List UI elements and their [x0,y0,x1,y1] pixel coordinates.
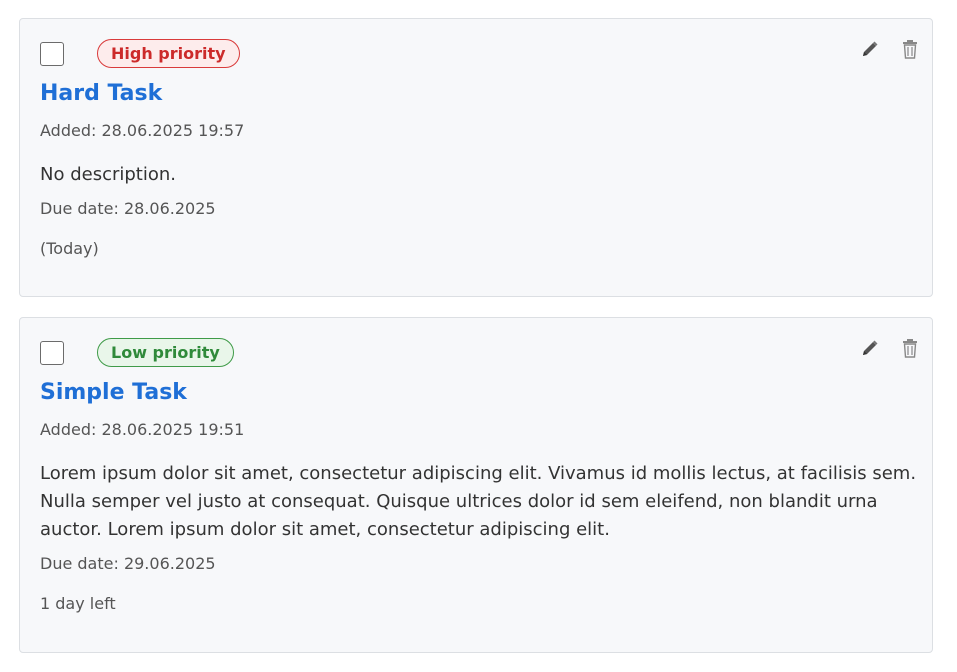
task-due-date: Due date: 29.06.2025 [40,554,216,573]
task-due-date: Due date: 28.06.2025 [40,199,216,218]
task-added-date: Added: 28.06.2025 19:57 [40,121,245,140]
task-title[interactable]: Simple Task [40,380,187,405]
task-actions [860,338,920,358]
priority-badge: Low priority [97,338,234,367]
trash-icon[interactable] [900,338,920,358]
task-complete-checkbox[interactable] [40,42,64,66]
task-added-date: Added: 28.06.2025 19:51 [40,420,245,439]
task-card: Low priority Simple Task Added: 28.06.20… [19,317,933,653]
pencil-icon[interactable] [860,39,880,59]
task-time-remaining: 1 day left [40,594,116,613]
task-time-remaining: (Today) [40,239,99,258]
task-complete-checkbox[interactable] [40,341,64,365]
task-title[interactable]: Hard Task [40,81,162,106]
task-description: No description. [40,164,177,185]
task-card: High priority Hard Task Added: 28.06.202… [19,18,933,297]
task-description: Lorem ipsum dolor sit amet, consectetur … [40,463,917,540]
task-list: High priority Hard Task Added: 28.06.202… [0,0,957,672]
trash-icon[interactable] [900,39,920,59]
pencil-icon[interactable] [860,338,880,358]
priority-badge: High priority [97,39,240,68]
task-actions [860,39,920,59]
